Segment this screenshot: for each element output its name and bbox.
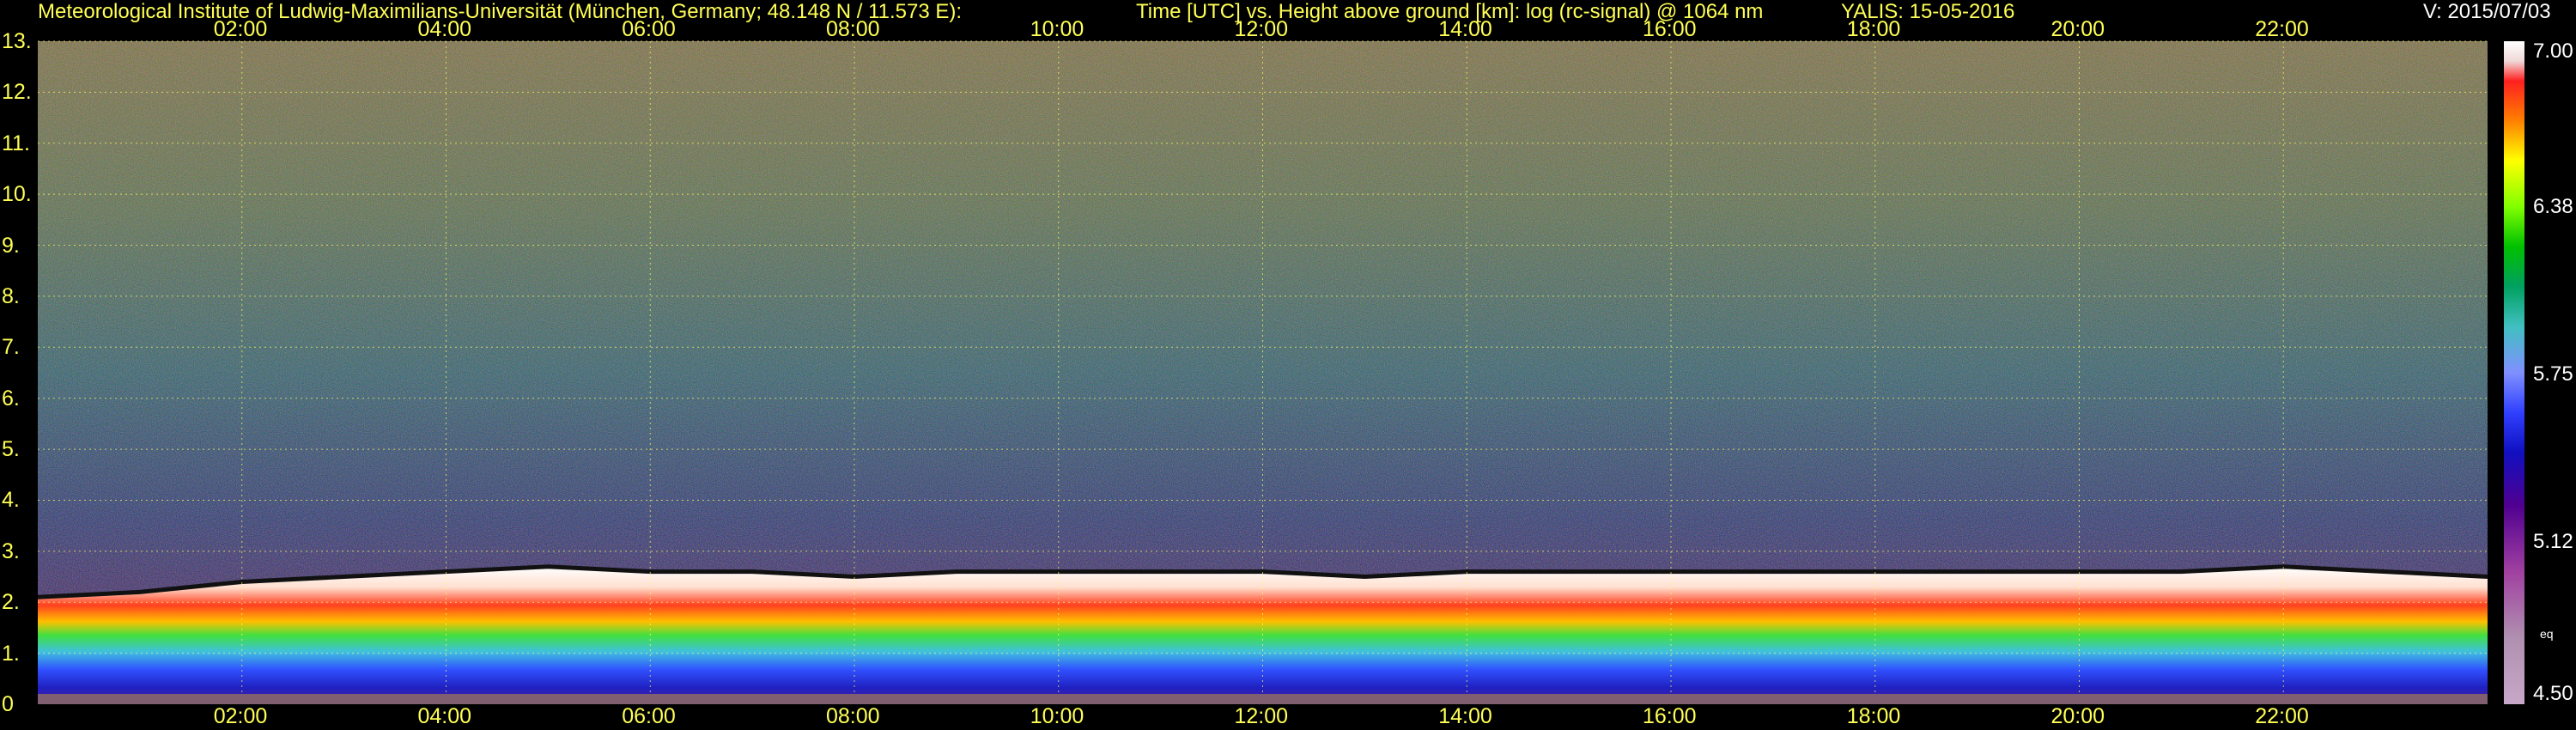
- colorbar-tick-label: 6.38: [2533, 195, 2573, 219]
- x-tick-bottom-label: 08:00: [826, 704, 880, 728]
- x-tick-top-label: 12:00: [1234, 17, 1289, 41]
- y-tick-label: 0: [2, 692, 14, 716]
- y-tick-label: 5.: [2, 437, 20, 462]
- x-tick-top-label: 20:00: [2050, 17, 2105, 41]
- colorbar-tick-label: 4.50: [2533, 682, 2573, 705]
- y-tick-label: 7.: [2, 335, 20, 360]
- y-tick-label: 1.: [2, 641, 20, 666]
- colorbar-tick-label: 5.12: [2533, 529, 2573, 553]
- x-tick-bottom-label: 06:00: [622, 704, 676, 728]
- x-tick-bottom-label: 22:00: [2255, 704, 2309, 728]
- y-tick-label: 11.: [2, 131, 30, 155]
- x-tick-top-label: 22:00: [2255, 17, 2309, 41]
- colorbar-tick-label: 7.00: [2533, 40, 2573, 63]
- x-tick-bottom-label: 12:00: [1234, 704, 1289, 728]
- version-label: V: 2015/07/03: [2423, 0, 2551, 23]
- x-tick-bottom-label: 10:00: [1030, 704, 1084, 728]
- y-tick-label: 13.: [2, 29, 32, 53]
- x-tick-bottom-label: 20:00: [2050, 704, 2105, 728]
- x-tick-bottom-label: 02:00: [213, 704, 268, 728]
- x-tick-top-label: 08:00: [826, 17, 880, 41]
- x-tick-top-label: 06:00: [622, 17, 676, 41]
- y-tick-label: 4.: [2, 488, 20, 513]
- lidar-plot: [37, 40, 2524, 704]
- y-tick-label: 8.: [2, 283, 20, 308]
- x-tick-bottom-label: 14:00: [1438, 704, 1492, 728]
- institute-label: Meteorological Institute of Ludwig-Maxim…: [38, 0, 963, 23]
- x-tick-top-label: 02:00: [213, 17, 268, 41]
- colorbar-tick-label: 5.75: [2533, 362, 2573, 386]
- x-tick-top-label: 14:00: [1438, 17, 1492, 41]
- x-tick-top-label: 16:00: [1643, 17, 1697, 41]
- x-tick-bottom-label: 18:00: [1846, 704, 1901, 728]
- ground-strip: [38, 694, 2488, 704]
- y-tick-label: 12.: [2, 80, 32, 105]
- colorbar: [2504, 41, 2524, 704]
- y-tick-label: 2.: [2, 590, 20, 615]
- x-tick-top-label: 18:00: [1846, 17, 1901, 41]
- x-tick-bottom-label: 16:00: [1643, 704, 1697, 728]
- y-tick-label: 6.: [2, 386, 20, 411]
- y-tick-label: 10.: [2, 182, 32, 207]
- colorbar-extra-label: eq: [2540, 627, 2554, 641]
- y-tick-label: 3.: [2, 538, 20, 563]
- y-tick-label: 9.: [2, 233, 20, 258]
- x-tick-top-label: 04:00: [417, 17, 472, 41]
- x-tick-top-label: 10:00: [1030, 17, 1084, 41]
- x-tick-bottom-label: 04:00: [417, 704, 472, 728]
